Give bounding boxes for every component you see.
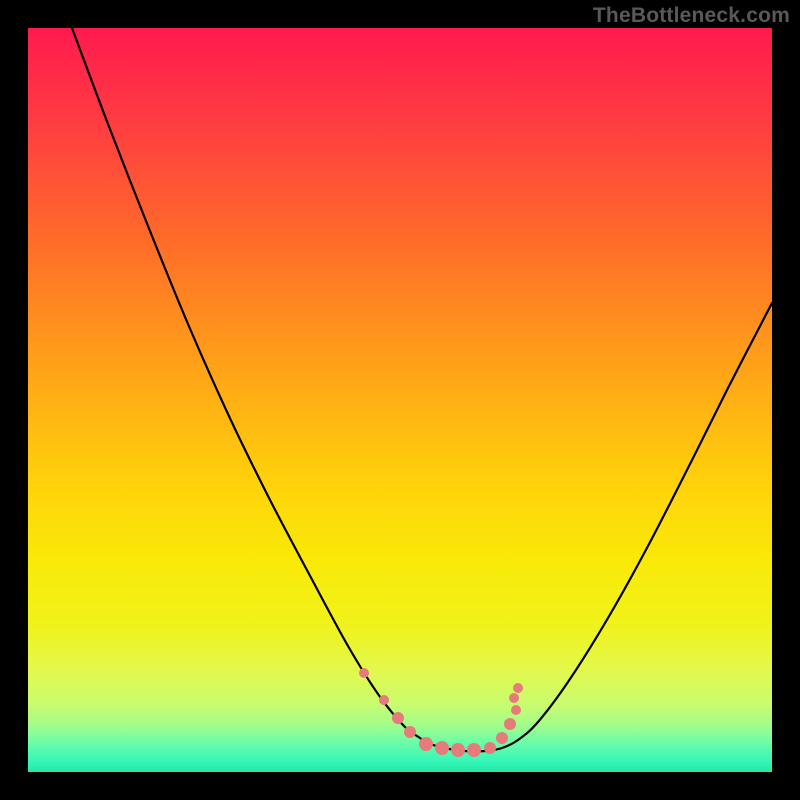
highlight-dot	[467, 743, 481, 757]
branding-watermark: TheBottleneck.com	[593, 4, 790, 28]
highlight-dots	[359, 668, 523, 757]
highlight-dot	[404, 726, 416, 738]
highlight-dot	[451, 743, 465, 757]
highlight-dot	[504, 718, 516, 730]
highlight-dot	[435, 741, 449, 755]
curve-layer	[28, 28, 772, 772]
highlight-dot	[509, 693, 519, 703]
highlight-dot	[496, 732, 508, 744]
highlight-dot	[359, 668, 369, 678]
highlight-dot	[419, 737, 433, 751]
chart-frame: TheBottleneck.com	[0, 0, 800, 800]
plot-area	[28, 28, 772, 772]
highlight-dot	[511, 705, 521, 715]
bottleneck-curve	[72, 28, 772, 751]
highlight-dot	[392, 712, 404, 724]
highlight-dot	[379, 695, 389, 705]
highlight-dot	[513, 683, 523, 693]
highlight-dot	[484, 742, 496, 754]
